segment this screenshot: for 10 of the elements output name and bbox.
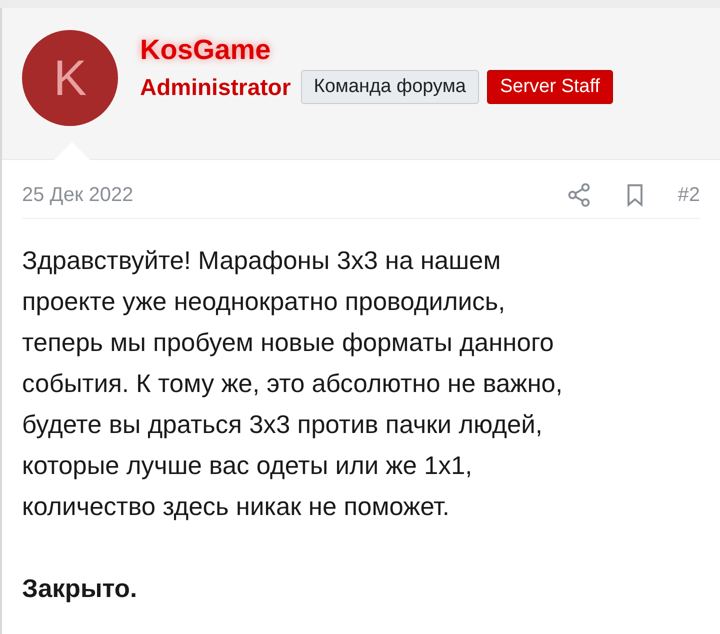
closing-text: Закрыто.: [22, 574, 138, 605]
user-banner: Команда форума: [300, 70, 479, 104]
post-date[interactable]: 25 Дек 2022: [22, 184, 566, 206]
username[interactable]: KosGame: [140, 34, 271, 66]
user-title: Administrator: [140, 74, 291, 100]
user-banner: Server Staff: [486, 70, 613, 104]
post-number[interactable]: #2: [678, 184, 700, 206]
avatar[interactable]: K: [22, 30, 118, 126]
share-icon[interactable]: [566, 182, 592, 208]
post-text: Здравствуйте! Марафоны 3х3 на нашем проекте уже неоднократно проводились, теперь мы пробуем новые форматы данного события. К тому же, это абсолютно не важно, будете вы драться 3х3 против пачки людей, которые лучше вас одеты или же 1х1, количество здесь никак не поможет.: [22, 246, 564, 523]
